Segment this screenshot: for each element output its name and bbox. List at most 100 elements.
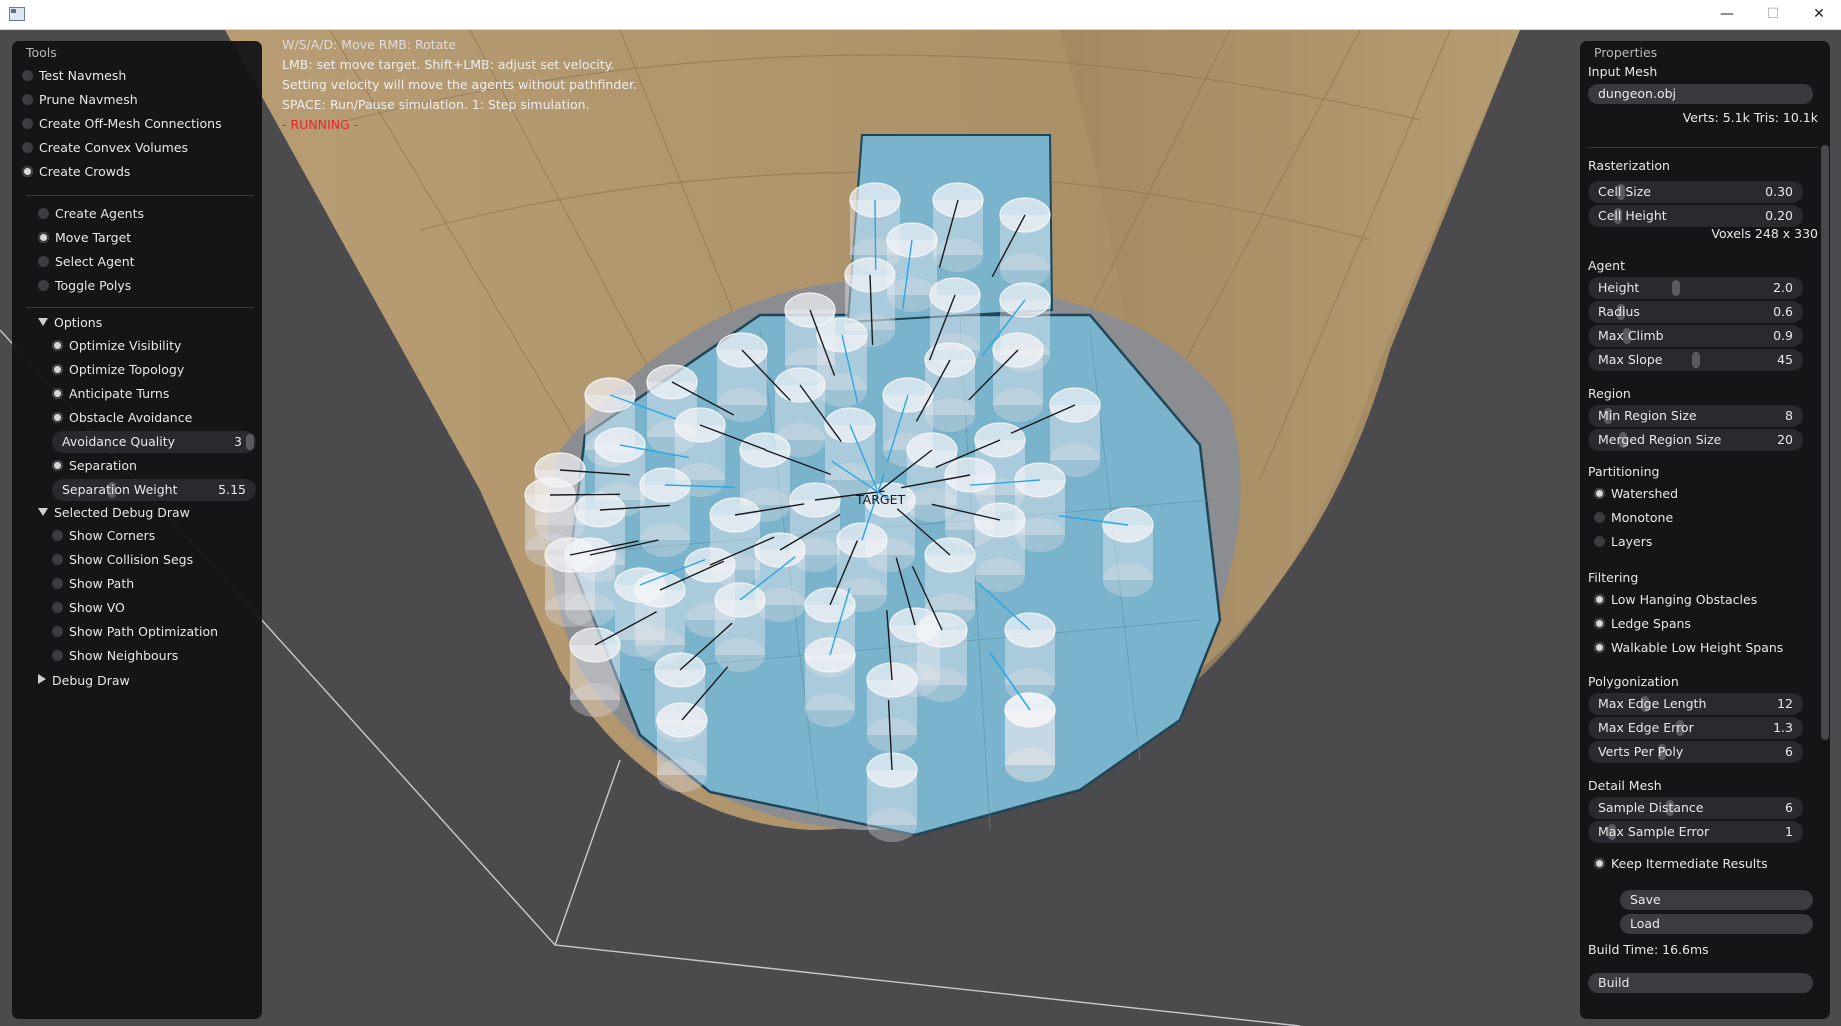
partition-option-1[interactable]: Monotone bbox=[1594, 507, 1673, 529]
radio-unchecked-icon[interactable] bbox=[22, 118, 33, 129]
debug-item-label: Show Collision Segs bbox=[69, 552, 194, 567]
avoidance-quality-slider[interactable]: Avoidance Quality 3 bbox=[52, 431, 256, 453]
filter-option-0[interactable]: Low Hanging Obstacles bbox=[1594, 589, 1757, 611]
window-titlebar: — ☐ ✕ bbox=[0, 0, 1841, 30]
agent-cylinder bbox=[1004, 692, 1056, 782]
tool-item-2[interactable]: Create Off-Mesh Connections bbox=[22, 113, 222, 135]
crowd-option-0[interactable]: Optimize Visibility bbox=[52, 335, 181, 357]
radio-checked-icon[interactable] bbox=[22, 166, 33, 177]
filtering-label: Filtering bbox=[1588, 570, 1639, 585]
debug-item-label: Show VO bbox=[69, 600, 125, 615]
radio-unchecked-icon[interactable] bbox=[52, 578, 63, 589]
options-header[interactable]: Options bbox=[38, 315, 102, 330]
radio-unchecked-icon[interactable] bbox=[1594, 536, 1605, 547]
radio-checked-icon[interactable] bbox=[1594, 618, 1605, 629]
debug-item-4[interactable]: Show Path Optimization bbox=[52, 621, 218, 643]
radio-unchecked-icon[interactable] bbox=[22, 142, 33, 153]
debug-item-1[interactable]: Show Collision Segs bbox=[52, 549, 193, 571]
tool-item-4[interactable]: Create Crowds bbox=[22, 161, 130, 183]
save-button[interactable]: Save bbox=[1620, 890, 1813, 910]
agent-radius-slider[interactable]: Radius 0.6 bbox=[1588, 301, 1803, 323]
debug-draw-header[interactable]: Debug Draw bbox=[38, 673, 130, 688]
input-mesh-selector[interactable]: dungeon.obj bbox=[1588, 84, 1813, 104]
partition-option-2[interactable]: Layers bbox=[1594, 531, 1652, 553]
max-edge-err-slider[interactable]: Max Edge Error 1.3 bbox=[1588, 717, 1803, 739]
radio-unchecked-icon[interactable] bbox=[38, 256, 49, 267]
max-edge-len-slider[interactable]: Max Edge Length 12 bbox=[1588, 693, 1803, 715]
tool-item-0[interactable]: Test Navmesh bbox=[22, 65, 126, 87]
radio-unchecked-icon[interactable] bbox=[1594, 512, 1605, 523]
radio-unchecked-icon[interactable] bbox=[22, 70, 33, 81]
debug-item-label: Show Neighbours bbox=[69, 648, 179, 663]
maximize-button[interactable]: ☐ bbox=[1750, 0, 1796, 29]
close-button[interactable]: ✕ bbox=[1796, 0, 1841, 29]
agent-cylinder bbox=[639, 467, 691, 557]
radio-checked-icon[interactable] bbox=[52, 412, 63, 423]
debug-item-0[interactable]: Show Corners bbox=[52, 525, 155, 547]
debug-item-3[interactable]: Show VO bbox=[52, 597, 125, 619]
radio-checked-icon[interactable] bbox=[52, 388, 63, 399]
help-line-2: LMB: set move target. Shift+LMB: adjust … bbox=[282, 57, 615, 72]
radio-checked-icon[interactable] bbox=[1594, 488, 1605, 499]
keep-intermediate-toggle[interactable]: Keep Itermediate Results bbox=[1594, 853, 1768, 875]
load-button[interactable]: Load bbox=[1620, 914, 1813, 934]
radio-unchecked-icon[interactable] bbox=[52, 554, 63, 565]
build-time: Build Time: 16.6ms bbox=[1588, 942, 1709, 957]
sample-dist-slider[interactable]: Sample Distance 6 bbox=[1588, 797, 1803, 819]
minimize-button[interactable]: — bbox=[1704, 0, 1750, 29]
crowd-option-3[interactable]: Obstacle Avoidance bbox=[52, 407, 192, 429]
tool-item-1[interactable]: Prune Navmesh bbox=[22, 89, 138, 111]
crowd-mode-0[interactable]: Create Agents bbox=[38, 203, 144, 225]
slider-value: 20 bbox=[1777, 432, 1793, 447]
filter-option-label: Ledge Spans bbox=[1611, 616, 1691, 631]
separation-toggle[interactable]: Separation bbox=[52, 455, 137, 477]
sample-err-slider[interactable]: Max Sample Error 1 bbox=[1588, 821, 1803, 843]
crowd-mode-1[interactable]: Move Target bbox=[38, 227, 131, 249]
agent-slope-slider[interactable]: Max Slope 45 bbox=[1588, 349, 1803, 371]
partition-option-label: Watershed bbox=[1611, 486, 1679, 501]
agent-height-slider[interactable]: Height 2.0 bbox=[1588, 277, 1803, 299]
crowd-option-2[interactable]: Anticipate Turns bbox=[52, 383, 169, 405]
agent-climb-slider[interactable]: Max Climb 0.9 bbox=[1588, 325, 1803, 347]
filter-option-label: Low Hanging Obstacles bbox=[1611, 592, 1758, 607]
radio-unchecked-icon[interactable] bbox=[52, 650, 63, 661]
slider-knob[interactable] bbox=[1691, 352, 1700, 368]
slider-value: 6 bbox=[1785, 744, 1793, 759]
radio-checked-icon[interactable] bbox=[1594, 642, 1605, 653]
partitioning-label: Partitioning bbox=[1588, 464, 1660, 479]
radio-unchecked-icon[interactable] bbox=[38, 208, 49, 219]
filter-option-2[interactable]: Walkable Low Height Spans bbox=[1594, 637, 1783, 659]
build-button[interactable]: Build bbox=[1588, 973, 1813, 993]
help-line-4: SPACE: Run/Pause simulation. 1: Step sim… bbox=[282, 97, 590, 112]
radio-unchecked-icon[interactable] bbox=[22, 94, 33, 105]
radio-unchecked-icon[interactable] bbox=[38, 280, 49, 291]
slider-knob[interactable] bbox=[1672, 280, 1680, 296]
crowd-option-1[interactable]: Optimize Topology bbox=[52, 359, 184, 381]
viewport-3d[interactable]: TARGET bbox=[0, 30, 1841, 1026]
radio-unchecked-icon[interactable] bbox=[52, 530, 63, 541]
filter-option-1[interactable]: Ledge Spans bbox=[1594, 613, 1691, 635]
slider-label: Max Edge Length bbox=[1598, 696, 1707, 711]
verts-per-poly-slider[interactable]: Verts Per Poly 6 bbox=[1588, 741, 1803, 763]
radio-checked-icon[interactable] bbox=[52, 340, 63, 351]
merged-region-slider[interactable]: Merged Region Size 20 bbox=[1588, 429, 1803, 451]
radio-checked-icon[interactable] bbox=[52, 364, 63, 375]
slider-value: 2.0 bbox=[1773, 280, 1793, 295]
radio-unchecked-icon[interactable] bbox=[52, 602, 63, 613]
collapse-down-icon bbox=[38, 508, 48, 516]
crowd-mode-3[interactable]: Toggle Polys bbox=[38, 275, 131, 297]
radio-unchecked-icon[interactable] bbox=[52, 626, 63, 637]
selected-debug-draw-header[interactable]: Selected Debug Draw bbox=[38, 505, 190, 520]
cell-size-slider[interactable]: Cell Size 0.30 bbox=[1588, 181, 1803, 203]
crowd-mode-2[interactable]: Select Agent bbox=[38, 251, 135, 273]
separation-weight-slider[interactable]: Separation Weight 5.15 bbox=[52, 479, 256, 501]
tool-item-3[interactable]: Create Convex Volumes bbox=[22, 137, 188, 159]
radio-checked-icon[interactable] bbox=[38, 232, 49, 243]
debug-item-2[interactable]: Show Path bbox=[52, 573, 134, 595]
min-region-slider[interactable]: Min Region Size 8 bbox=[1588, 405, 1803, 427]
radio-checked-icon[interactable] bbox=[1594, 594, 1605, 605]
partition-option-0[interactable]: Watershed bbox=[1594, 483, 1678, 505]
debug-item-5[interactable]: Show Neighbours bbox=[52, 645, 178, 667]
agent-cylinder bbox=[992, 332, 1044, 422]
properties-scrollbar[interactable] bbox=[1821, 145, 1829, 740]
